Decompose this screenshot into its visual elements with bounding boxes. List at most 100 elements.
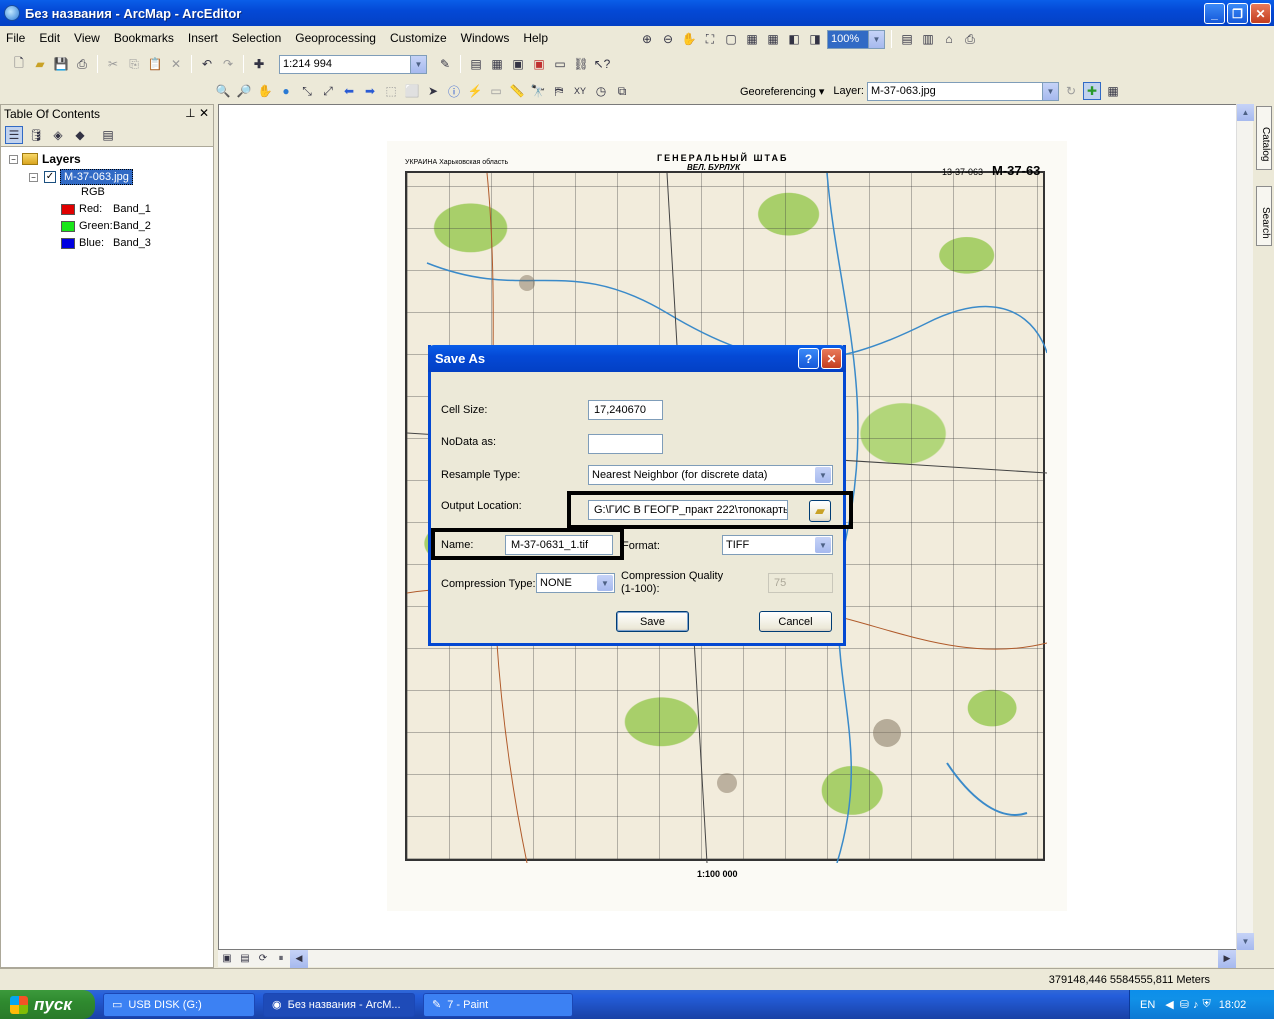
task-paint[interactable]: ✎ 7 - Paint bbox=[423, 992, 573, 1017]
start-button[interactable]: пуск bbox=[0, 990, 95, 1019]
zoom-whole-page-icon[interactable]: ⛶ bbox=[701, 30, 719, 48]
tray-network-icon[interactable]: ⛁ bbox=[1180, 998, 1189, 1011]
fixed-zoom-out-icon[interactable]: ⤢ bbox=[319, 82, 337, 100]
undo-icon[interactable]: ↶ bbox=[198, 55, 216, 73]
data-driven-pages-icon[interactable]: ⎙ bbox=[961, 30, 979, 48]
paste-icon[interactable]: 📋 bbox=[146, 55, 164, 73]
horizontal-scroll-thumb[interactable] bbox=[308, 951, 1218, 966]
find-icon[interactable]: 🔭 bbox=[529, 82, 547, 100]
back-arrow-icon[interactable]: ⬅ bbox=[340, 82, 358, 100]
clear-selection-icon[interactable]: ⬜ bbox=[403, 82, 421, 100]
list-by-selection-icon[interactable]: ◆ bbox=[71, 126, 89, 144]
catalog-window-icon[interactable]: ▦ bbox=[488, 55, 506, 73]
dialog-close-button[interactable]: ✕ bbox=[821, 348, 842, 369]
minimize-button[interactable]: _ bbox=[1204, 3, 1225, 24]
scroll-left-icon[interactable]: ◀ bbox=[290, 949, 308, 968]
copy-icon[interactable]: ⎘ bbox=[125, 55, 143, 73]
open-folder-icon[interactable]: ▰ bbox=[31, 55, 49, 73]
change-layout-icon[interactable]: ⌂ bbox=[940, 30, 958, 48]
add-data-icon[interactable]: ✚ bbox=[250, 55, 268, 73]
arctoolbox-icon[interactable]: ▣ bbox=[530, 55, 548, 73]
menu-bookmarks[interactable]: Bookmarks bbox=[114, 31, 174, 45]
pan-layout-icon[interactable]: ✋ bbox=[680, 30, 698, 48]
resample-type-select[interactable]: Nearest Neighbor (for discrete data) ▼ bbox=[588, 465, 833, 485]
whats-this-icon[interactable]: ↖? bbox=[593, 55, 611, 73]
georeferencing-menu[interactable]: Georeferencing ▾ bbox=[740, 85, 824, 98]
cut-icon[interactable]: ✂ bbox=[104, 55, 122, 73]
layer-name[interactable]: M-37-063.jpg bbox=[60, 169, 133, 185]
menu-customize[interactable]: Customize bbox=[390, 31, 447, 45]
map-scale-combo[interactable]: 1:214 994 ▼ bbox=[279, 54, 427, 74]
create-viewer-icon[interactable]: ⧉ bbox=[613, 82, 631, 100]
pan-icon[interactable]: ✋ bbox=[256, 82, 274, 100]
list-by-source-icon[interactable]: 🛢 bbox=[27, 126, 45, 144]
identify-icon[interactable]: ⓘ bbox=[445, 82, 463, 100]
tray-expand-icon[interactable]: ◀ bbox=[1165, 998, 1173, 1011]
redo-icon[interactable]: ↷ bbox=[219, 55, 237, 73]
search-tab[interactable]: Search bbox=[1256, 186, 1272, 246]
collapse-icon[interactable]: − bbox=[9, 154, 18, 164]
find-route-icon[interactable]: ⛿ bbox=[550, 82, 568, 100]
tray-volume-icon[interactable]: ♪ bbox=[1193, 999, 1199, 1011]
nodata-input[interactable] bbox=[588, 434, 663, 454]
chevron-down-icon[interactable]: ▼ bbox=[1041, 82, 1058, 100]
menu-selection[interactable]: Selection bbox=[232, 31, 281, 45]
raster-layer-row[interactable]: − ✓ M-37-063.jpg bbox=[29, 169, 133, 185]
chevron-down-icon[interactable]: ▼ bbox=[815, 467, 831, 483]
georef-layer-combo[interactable]: M-37-063.jpg ▼ bbox=[866, 81, 1059, 101]
scroll-down-icon[interactable]: ▼ bbox=[1237, 933, 1254, 950]
toggle-draft-icon[interactable]: ▤ bbox=[898, 30, 916, 48]
close-button[interactable]: ✕ bbox=[1250, 3, 1271, 24]
layout-view-icon[interactable]: ▤ bbox=[236, 950, 254, 968]
menu-insert[interactable]: Insert bbox=[188, 31, 218, 45]
layers-dataframe-row[interactable]: − Layers bbox=[9, 152, 81, 166]
table-of-contents-icon[interactable]: ▤ bbox=[467, 55, 485, 73]
fixed-zoom-in-icon[interactable]: ⤡ bbox=[298, 82, 316, 100]
save-button[interactable]: Save bbox=[616, 611, 689, 632]
chevron-down-icon[interactable]: ▼ bbox=[868, 30, 884, 48]
cancel-button[interactable]: Cancel bbox=[759, 611, 832, 632]
refresh-icon[interactable]: ⟳ bbox=[254, 950, 272, 968]
menu-view[interactable]: View bbox=[74, 31, 100, 45]
maximize-button[interactable]: ❐ bbox=[1227, 3, 1248, 24]
cell-size-input[interactable]: 17,240670 bbox=[588, 400, 663, 420]
delete-icon[interactable]: ✕ bbox=[167, 55, 185, 73]
language-indicator[interactable]: EN bbox=[1140, 999, 1155, 1011]
editor-toolbar-icon[interactable]: ✎ bbox=[436, 55, 454, 73]
menu-windows[interactable]: Windows bbox=[461, 31, 510, 45]
time-slider-icon[interactable]: ◷ bbox=[592, 82, 610, 100]
list-by-visibility-icon[interactable]: ◈ bbox=[49, 126, 67, 144]
model-builder-icon[interactable]: ⛓ bbox=[572, 55, 590, 73]
compression-type-select[interactable]: NONE ▼ bbox=[536, 573, 615, 593]
toc-pin-close-icons[interactable]: ⊥ ✕ bbox=[185, 106, 209, 120]
full-extent-icon[interactable]: ● bbox=[277, 82, 295, 100]
fixed-zoom-out-icon[interactable]: ▦ bbox=[764, 30, 782, 48]
python-window-icon[interactable]: ▭ bbox=[551, 55, 569, 73]
add-control-points-icon[interactable]: ✚ bbox=[1082, 82, 1101, 100]
scroll-up-icon[interactable]: ▲ bbox=[1237, 104, 1254, 121]
hyperlink-icon[interactable]: ⚡ bbox=[466, 82, 484, 100]
menu-edit[interactable]: Edit bbox=[39, 31, 60, 45]
print-icon[interactable]: ⎙ bbox=[73, 55, 91, 73]
options-icon[interactable]: ▤ bbox=[99, 126, 117, 144]
zoom-100-icon[interactable]: ▢ bbox=[722, 30, 740, 48]
forward-arrow-icon[interactable]: ➡ bbox=[361, 82, 379, 100]
go-to-xy-icon[interactable]: XY bbox=[571, 82, 589, 100]
select-features-icon[interactable]: ⬚ bbox=[382, 82, 400, 100]
select-elements-icon[interactable]: ➤ bbox=[424, 82, 442, 100]
chevron-down-icon[interactable]: ▼ bbox=[597, 575, 613, 591]
task-arcmap[interactable]: ◉ Без названия - ArcM... bbox=[263, 992, 415, 1017]
scroll-right-icon[interactable]: ▶ bbox=[1218, 949, 1236, 968]
layer-visibility-checkbox[interactable]: ✓ bbox=[44, 171, 56, 183]
format-select[interactable]: TIFF ▼ bbox=[722, 535, 833, 555]
html-popup-icon[interactable]: ▭ bbox=[487, 82, 505, 100]
collapse-icon[interactable]: − bbox=[29, 172, 38, 182]
menu-file[interactable]: File bbox=[6, 31, 25, 45]
save-icon[interactable]: 💾 bbox=[52, 55, 70, 73]
zoom-percent-combo[interactable]: 100% ▼ bbox=[827, 29, 885, 49]
help-button[interactable]: ? bbox=[798, 348, 819, 369]
fixed-zoom-in-icon[interactable]: ▦ bbox=[743, 30, 761, 48]
zoom-out-icon[interactable]: 🔎 bbox=[235, 82, 253, 100]
zoom-in-icon[interactable]: 🔍 bbox=[214, 82, 232, 100]
measure-icon[interactable]: 📏 bbox=[508, 82, 526, 100]
